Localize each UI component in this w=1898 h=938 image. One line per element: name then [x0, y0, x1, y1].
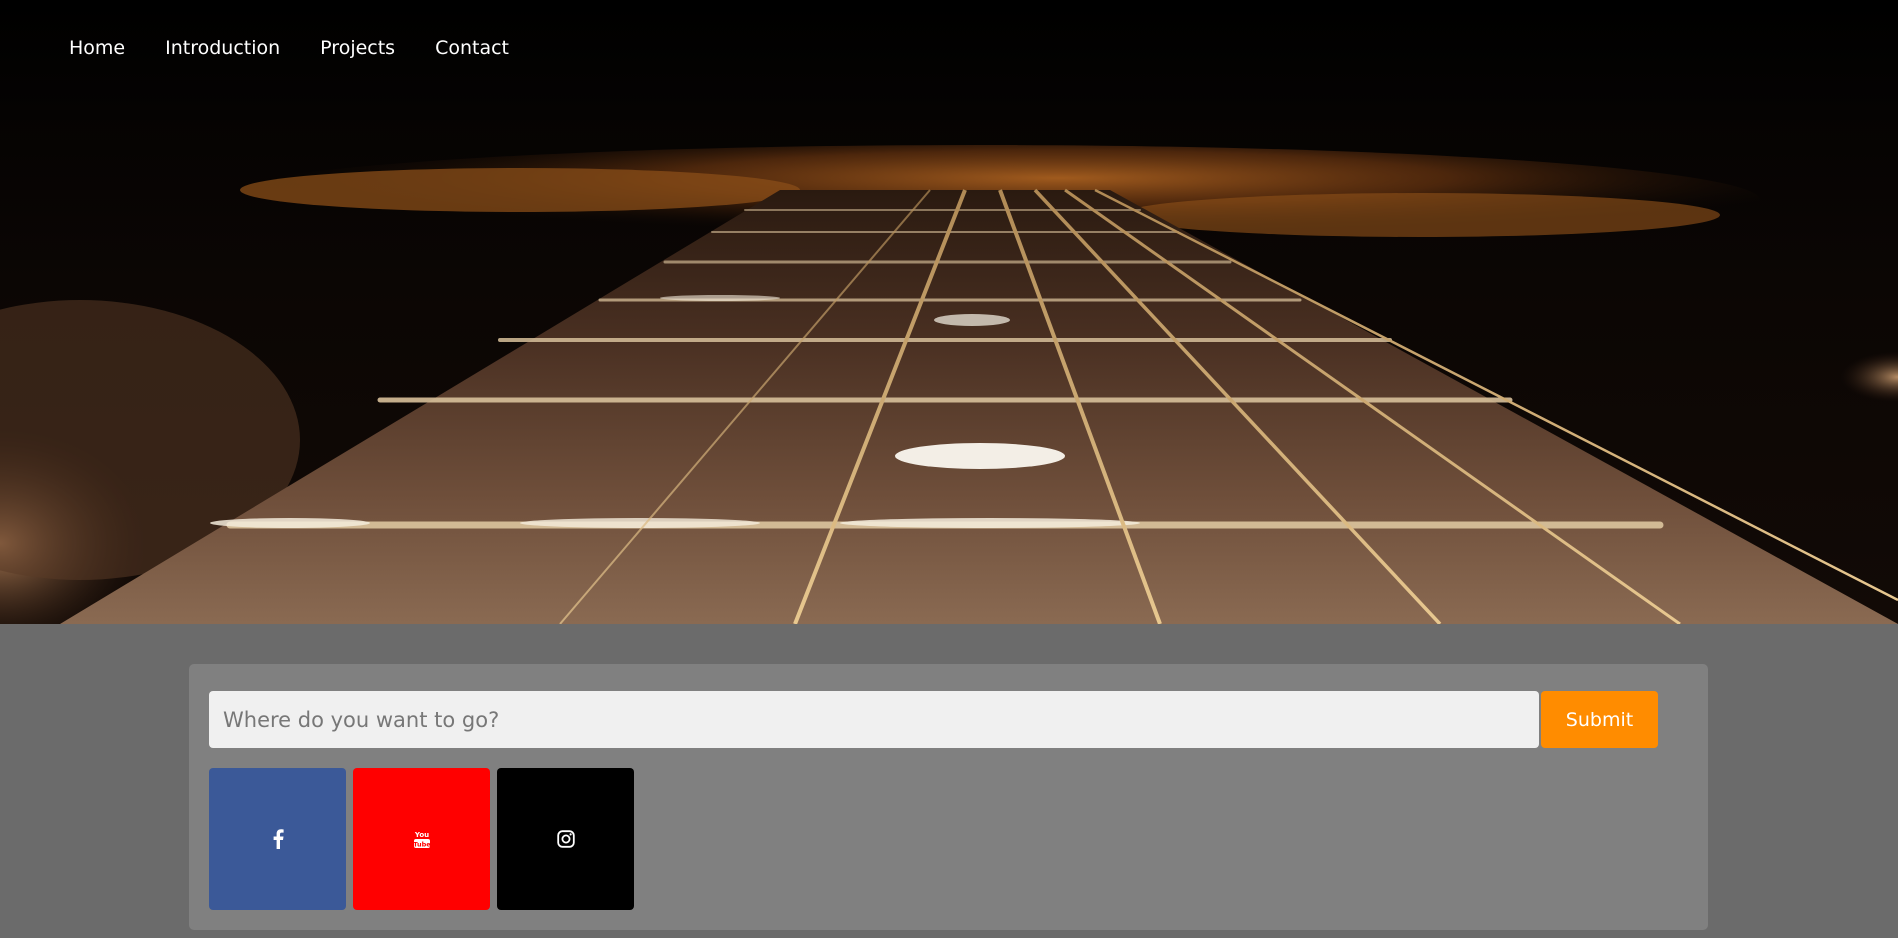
youtube-button[interactable]: You Tube [353, 768, 490, 910]
facebook-button[interactable] [209, 768, 346, 910]
guitar-fretboard-image [0, 0, 1898, 624]
nav-item-home[interactable]: Home [69, 36, 125, 60]
hero-banner: Home Introduction Projects Contact [0, 0, 1898, 624]
facebook-icon [273, 829, 284, 849]
instagram-button[interactable] [497, 768, 634, 910]
instagram-icon [556, 830, 575, 848]
search-input[interactable] [209, 691, 1539, 748]
submit-button[interactable]: Submit [1541, 691, 1658, 748]
svg-text:Tube: Tube [413, 841, 431, 849]
page: Home Introduction Projects Contact Submi… [0, 0, 1898, 938]
main-nav: Home Introduction Projects Contact [69, 36, 549, 60]
search-panel: Submit You Tube [189, 664, 1708, 930]
svg-text:You: You [413, 831, 428, 839]
nav-item-projects[interactable]: Projects [320, 36, 395, 60]
nav-item-contact[interactable]: Contact [435, 36, 509, 60]
youtube-icon: You Tube [413, 831, 431, 849]
search-bar: Submit [209, 691, 1658, 748]
nav-item-introduction[interactable]: Introduction [165, 36, 280, 60]
social-links: You Tube [209, 768, 641, 910]
